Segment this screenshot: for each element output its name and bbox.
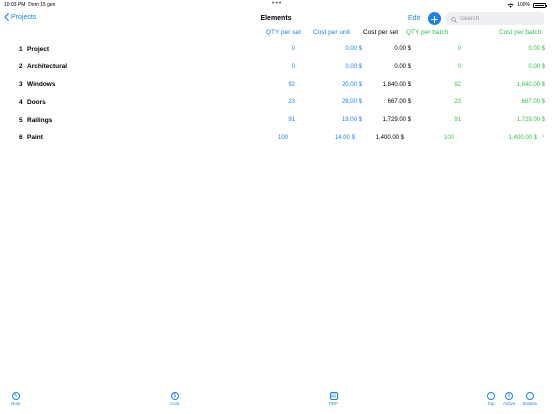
multitasking-dots[interactable]: ••• bbox=[272, 0, 282, 7]
cell-qty-per-set: 92 bbox=[288, 81, 295, 88]
cell-cost-per-batch: 0.00 $ bbox=[528, 46, 545, 52]
status-right: 100% bbox=[507, 2, 547, 8]
row-number: 3 bbox=[19, 81, 23, 89]
note-button[interactable]: ✎ Note bbox=[11, 392, 21, 406]
cell-cost-per-set: 1,840.00 $ bbox=[382, 81, 411, 88]
table-row[interactable]: 1 Project 0 0.00 $ 0.00 $ 0 0.00 $ bbox=[0, 40, 552, 58]
row-number: 4 bbox=[19, 98, 23, 106]
top-label: Top bbox=[487, 401, 495, 406]
arrows-updown-icon: ⇕ bbox=[505, 392, 514, 400]
cell-qty-per-batch: 0 bbox=[457, 46, 461, 52]
cell-qty-per-set: 0 bbox=[291, 63, 295, 70]
table-row[interactable]: 4 Doors 23 29.00 $ 667.00 $ 23 667.00 $ bbox=[0, 93, 552, 111]
note-icon: ✎ bbox=[11, 392, 20, 400]
battery-icon bbox=[533, 2, 547, 8]
arrow-up-icon: ↑ bbox=[487, 392, 495, 400]
row-number: 2 bbox=[19, 63, 23, 71]
cell-cost-per-unit: 19.00 $ bbox=[341, 117, 362, 124]
cell-cost-per-unit: 14.00 $ bbox=[334, 134, 355, 141]
header-cost-per-set[interactable]: Cost per set bbox=[363, 29, 398, 36]
cell-cost-per-unit: 20.00 $ bbox=[341, 81, 362, 88]
add-button[interactable] bbox=[428, 12, 441, 25]
cell-qty-per-batch: 23 bbox=[454, 99, 461, 106]
cell-cost-per-batch: 1,840.00 $ bbox=[516, 81, 545, 88]
cell-cost-per-batch: 1,729.00 $ bbox=[516, 117, 545, 124]
bottom-label: Bottom bbox=[523, 401, 538, 406]
header-cost-per-batch[interactable]: Cost per batch bbox=[499, 29, 541, 36]
cell-cost-per-unit: 0.00 $ bbox=[345, 63, 362, 70]
document-icon: ▤ bbox=[329, 392, 338, 400]
pdf-button[interactable]: ▤ PDF bbox=[329, 392, 338, 406]
cell-qty-per-batch: 91 bbox=[454, 117, 461, 124]
header-qty-per-batch[interactable]: QTY per batch bbox=[406, 29, 448, 36]
cell-qty-per-set: 0 bbox=[291, 46, 295, 52]
cell-cost-per-batch: 667.00 $ bbox=[521, 99, 545, 106]
cost-label: Cost bbox=[170, 401, 180, 406]
cell-qty-per-set: 100 bbox=[277, 134, 288, 141]
row-name: Railings bbox=[27, 116, 53, 124]
battery-percent: 100% bbox=[517, 2, 530, 8]
row-name: Doors bbox=[27, 98, 46, 106]
bottom-toolbar: ✎ Note $ Cost ▤ PDF ↑ Top ⇕ Active ↓ Bot… bbox=[0, 390, 552, 414]
row-number: 5 bbox=[19, 116, 23, 124]
cell-cost-per-set: 1,400.00 $ bbox=[375, 134, 404, 141]
table-row[interactable]: 6 Paint 100 14.00 $ 1,400.00 $ 100 1,400… bbox=[0, 129, 552, 147]
row-name: Architectural bbox=[27, 63, 68, 71]
plus-icon bbox=[431, 10, 438, 28]
chevron-right-icon: › bbox=[541, 133, 544, 141]
bottom-button[interactable]: ↓ Bottom bbox=[523, 392, 537, 406]
row-number: 6 bbox=[19, 134, 23, 142]
status-bar: 10:03 PM Dom 15 gen ••• 100% bbox=[0, 0, 552, 10]
cell-cost-per-set: 0.00 $ bbox=[394, 46, 411, 52]
cell-qty-per-set: 23 bbox=[288, 99, 295, 106]
pdf-label: PDF bbox=[329, 401, 338, 406]
chevron-left-icon bbox=[4, 13, 9, 21]
cell-qty-per-batch: 92 bbox=[454, 81, 461, 88]
search-input[interactable] bbox=[460, 15, 540, 22]
active-button[interactable]: ⇕ Active bbox=[503, 392, 515, 406]
table-row[interactable]: 2 Architectural 0 0.00 $ 0.00 $ 0 0.00 $ bbox=[0, 58, 552, 76]
cell-qty-per-batch: 100 bbox=[443, 134, 454, 141]
cell-cost-per-set: 667.00 $ bbox=[387, 99, 411, 106]
status-time: 10:03 PM Dom 15 gen bbox=[4, 2, 56, 8]
row-number: 1 bbox=[19, 45, 23, 53]
table-row[interactable]: 3 Windows 92 20.00 $ 1,840.00 $ 92 1,840… bbox=[0, 76, 552, 94]
edit-button[interactable]: Edit bbox=[408, 15, 420, 22]
header-qty-per-set[interactable]: QTY per set bbox=[266, 29, 301, 36]
column-headers: QTY per set Cost per unit Cost per set Q… bbox=[0, 29, 552, 38]
dollar-icon: $ bbox=[170, 392, 179, 400]
back-label: Projects bbox=[11, 13, 37, 21]
search-icon bbox=[451, 10, 457, 28]
active-label: Active bbox=[503, 401, 516, 406]
cell-qty-per-set: 91 bbox=[288, 117, 295, 124]
arrow-down-icon: ↓ bbox=[526, 392, 535, 400]
note-label: Note bbox=[11, 401, 21, 406]
cell-cost-per-unit: 29.00 $ bbox=[341, 99, 362, 106]
row-name: Paint bbox=[27, 134, 43, 142]
elements-table: 1 Project 0 0.00 $ 0.00 $ 0 0.00 $ 2 Arc… bbox=[0, 40, 552, 147]
search-field[interactable] bbox=[446, 12, 544, 25]
cell-cost-per-set: 0.00 $ bbox=[394, 63, 411, 70]
table-row[interactable]: 5 Railings 91 19.00 $ 1,729.00 $ 91 1,72… bbox=[0, 111, 552, 129]
back-button[interactable]: Projects bbox=[4, 13, 36, 21]
cell-cost-per-batch: 0.00 $ bbox=[528, 63, 545, 70]
top-button[interactable]: ↑ Top bbox=[487, 392, 495, 406]
cost-button[interactable]: $ Cost bbox=[170, 392, 179, 406]
cell-qty-per-batch: 0 bbox=[457, 63, 461, 70]
navigation-bar: Projects Elements Edit bbox=[0, 10, 552, 28]
header-cost-per-unit[interactable]: Cost per unit bbox=[313, 29, 350, 36]
row-name: Windows bbox=[27, 81, 56, 89]
wifi-icon bbox=[507, 3, 514, 8]
cell-cost-per-batch: 1,400.00 $ bbox=[508, 134, 537, 141]
cell-cost-per-set: 1,729.00 $ bbox=[382, 117, 411, 124]
row-name: Project bbox=[27, 45, 50, 53]
cell-cost-per-unit: 0.00 $ bbox=[345, 46, 362, 52]
